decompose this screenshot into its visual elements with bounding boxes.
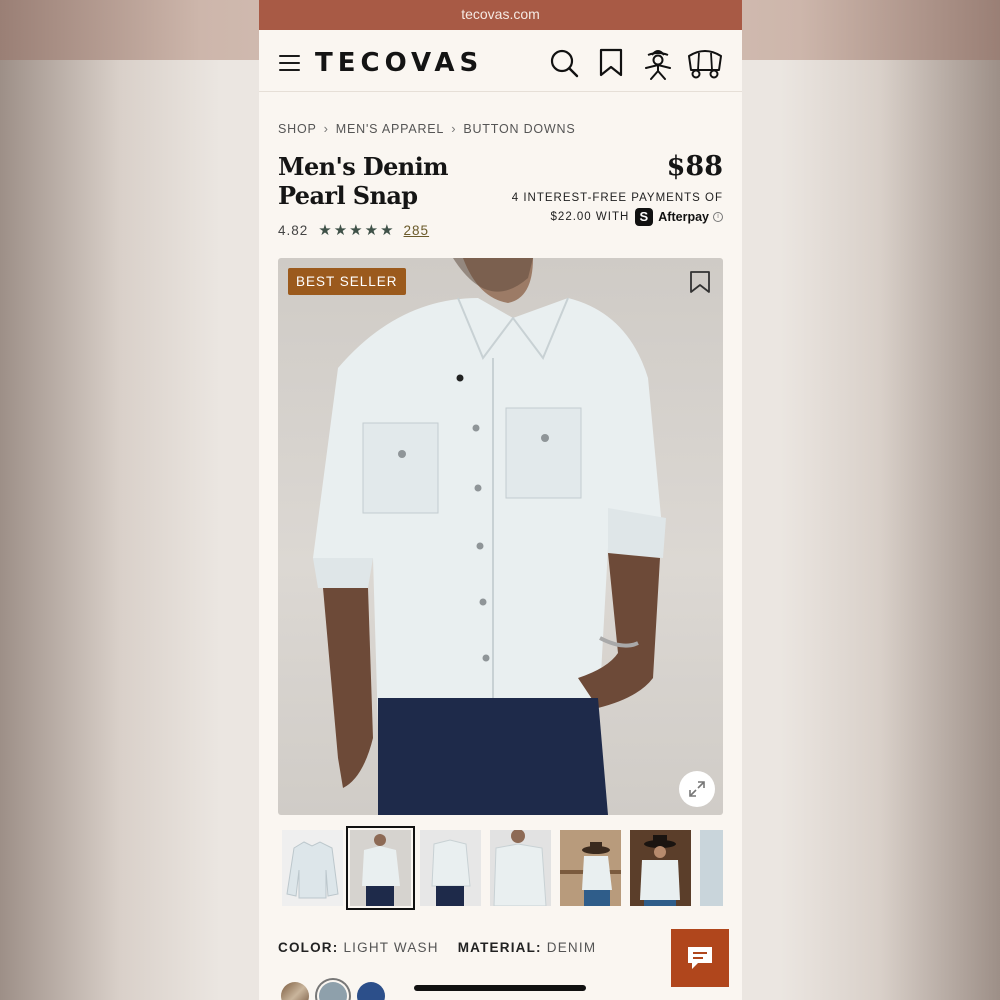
expand-icon bbox=[689, 781, 705, 797]
thumbnail-5[interactable] bbox=[560, 830, 621, 906]
color-swatch-dark[interactable] bbox=[357, 982, 385, 1000]
model-front-image bbox=[362, 834, 400, 906]
image-thumbnails bbox=[278, 826, 723, 912]
best-seller-badge: BEST SELLER bbox=[288, 268, 406, 295]
home-indicator[interactable] bbox=[414, 985, 586, 991]
phone-screen: tecovas.com TECOVAS SHOP › MEN'S APPAREL bbox=[259, 0, 742, 1000]
product-main-image[interactable]: BEST SELLER bbox=[278, 258, 723, 815]
search-icon[interactable] bbox=[549, 48, 579, 78]
model-shirt-illustration bbox=[313, 258, 666, 815]
bookmark-icon[interactable] bbox=[598, 48, 624, 78]
url-text: tecovas.com bbox=[461, 6, 540, 22]
thumbnail-4[interactable] bbox=[490, 830, 551, 906]
chevron-right-icon: › bbox=[451, 121, 457, 136]
cart-icon[interactable] bbox=[687, 48, 723, 80]
product-rating: 4.82 ★★★★★ 285 bbox=[278, 221, 429, 239]
color-value: LIGHT WASH bbox=[343, 940, 439, 955]
thumbnail-7[interactable] bbox=[700, 830, 723, 906]
model-back-image bbox=[431, 839, 471, 906]
chat-icon bbox=[688, 947, 712, 969]
shirt-flat-image bbox=[286, 841, 339, 899]
save-bookmark-icon[interactable] bbox=[689, 270, 711, 294]
color-swatch-light-wash[interactable] bbox=[319, 982, 347, 1000]
rating-value: 4.82 bbox=[278, 222, 309, 238]
chevron-right-icon: › bbox=[323, 121, 329, 136]
thumbnail-2[interactable] bbox=[346, 826, 415, 910]
material-value: DENIM bbox=[546, 940, 597, 955]
info-icon[interactable]: i bbox=[713, 212, 723, 222]
star-icons: ★★★★★ bbox=[318, 222, 396, 239]
model-side-image bbox=[493, 830, 547, 906]
breadcrumb: SHOP › MEN'S APPAREL › BUTTON DOWNS bbox=[278, 121, 576, 136]
chat-button[interactable] bbox=[671, 929, 729, 987]
top-navigation: TECOVAS bbox=[259, 34, 742, 92]
product-price: $88 bbox=[666, 151, 723, 182]
model-fence-image bbox=[560, 842, 621, 906]
thumbnail-6[interactable] bbox=[630, 830, 691, 906]
thumbnail-3[interactable] bbox=[420, 830, 481, 906]
breadcrumb-shop[interactable]: SHOP bbox=[278, 122, 317, 136]
afterpay-logo-icon: S bbox=[635, 208, 654, 226]
breadcrumb-button-downs[interactable]: BUTTON DOWNS bbox=[463, 122, 575, 136]
product-title: Men's Denim Pearl Snap bbox=[278, 152, 449, 210]
installment-amount: $22.00 WITH bbox=[550, 211, 630, 223]
detail-image bbox=[700, 830, 723, 906]
menu-icon[interactable] bbox=[279, 55, 300, 72]
model-hat-image bbox=[640, 835, 680, 906]
afterpay-line: $22.00 WITH S Afterpay i bbox=[551, 208, 723, 226]
color-label: COLOR: bbox=[278, 940, 339, 955]
account-icon[interactable] bbox=[643, 48, 673, 80]
afterpay-label: Afterpay bbox=[658, 210, 709, 224]
color-swatch-tan[interactable] bbox=[281, 982, 309, 1000]
brand-logo[interactable]: TECOVAS bbox=[315, 48, 483, 78]
material-label: MATERIAL: bbox=[457, 940, 542, 955]
address-bar[interactable]: tecovas.com bbox=[259, 0, 742, 30]
installment-text: 4 INTEREST-FREE PAYMENTS OF bbox=[511, 192, 723, 204]
review-count-link[interactable]: 285 bbox=[404, 223, 430, 238]
thumbnail-1[interactable] bbox=[282, 830, 343, 906]
product-attributes: COLOR: LIGHT WASH MATERIAL: DENIM bbox=[278, 940, 615, 955]
expand-image-button[interactable] bbox=[679, 771, 715, 807]
breadcrumb-mens-apparel[interactable]: MEN'S APPAREL bbox=[336, 122, 444, 136]
